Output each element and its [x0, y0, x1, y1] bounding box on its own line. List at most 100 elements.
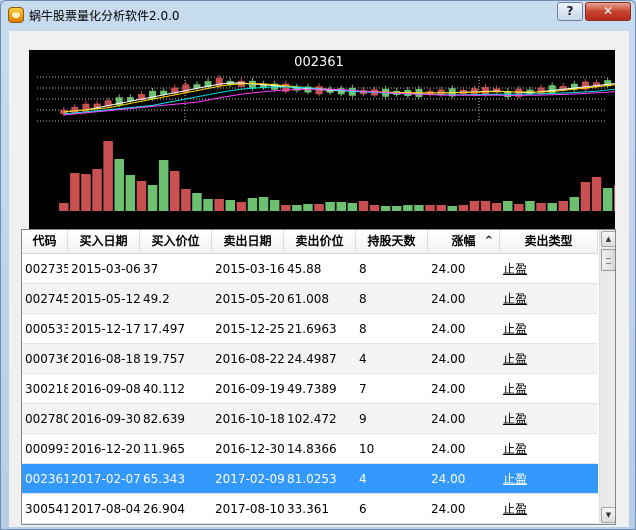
candle-body — [315, 86, 323, 95]
volume-bar — [103, 141, 113, 211]
table-cell: 24.00 — [431, 442, 466, 456]
sell-type-link[interactable]: 止盈 — [500, 434, 598, 463]
volume-bar — [281, 205, 291, 211]
table-row[interactable]: 002361 2017-02-07 65.343 2017-02-09 81.0253 4… — [22, 464, 598, 494]
volume-bar — [458, 205, 469, 211]
volume-bar — [269, 200, 280, 211]
table-cell: 2015-03-16 — [215, 262, 284, 276]
table-cell: 49.2 — [143, 292, 170, 306]
table-cell: 17.497 — [143, 322, 185, 336]
volume-bar — [491, 203, 502, 211]
table-row[interactable]: 300541 2017-08-04 26.904 2017-08-10 33.361 6 2… — [22, 494, 598, 524]
scroll-up-icon[interactable]: ▲ — [601, 231, 615, 247]
volume-bar — [558, 201, 568, 211]
column-header[interactable]: 涨幅 ^ — [428, 230, 500, 254]
table-cell: 2015-12-17 — [71, 322, 140, 336]
volume-bar — [436, 205, 446, 211]
column-header[interactable]: 卖出价位 — [284, 230, 356, 254]
volume-bar — [59, 203, 69, 211]
table-cell: 2017-08-10 — [215, 502, 284, 516]
volume-bar — [292, 205, 302, 211]
volume-bar — [414, 205, 424, 211]
volume-bar — [247, 198, 258, 211]
table-cell: 26.904 — [143, 502, 185, 516]
volume-bar — [136, 181, 147, 211]
volume-bar — [536, 203, 546, 211]
table-row[interactable]: 300218 2016-09-08 40.112 2016-09-19 49.7389 7… — [22, 374, 598, 404]
table-cell: 2016-12-20 — [71, 442, 140, 456]
table-cell: 2017-08-04 — [71, 502, 140, 516]
sell-type-link[interactable]: 止盈 — [500, 314, 598, 343]
volume-bar — [258, 197, 269, 211]
table-cell: 24.4987 — [287, 352, 337, 366]
volume-bar — [192, 193, 202, 211]
table-row[interactable]: 002780 2016-09-30 82.639 2016-10-18 102.472 9… — [22, 404, 598, 434]
table-cell: 65.343 — [143, 472, 185, 486]
volume-bar — [181, 189, 191, 211]
volume-bar — [480, 201, 491, 211]
table-row[interactable]: 000736 2016-08-18 19.757 2016-08-22 24.4987 4… — [22, 344, 598, 374]
column-header[interactable]: 卖出类型 — [500, 230, 598, 254]
table-cell: 24.00 — [431, 262, 466, 276]
vertical-scrollbar[interactable]: ▲ ▼ — [599, 230, 615, 524]
table-cell: 2015-05-20 — [215, 292, 284, 306]
sell-type-link[interactable]: 止盈 — [500, 254, 598, 283]
table-cell: 11.965 — [143, 442, 185, 456]
table-row[interactable]: 000993 2016-12-20 11.965 2016-12-30 14.8366 1… — [22, 434, 598, 464]
sell-type-link[interactable]: 止盈 — [500, 284, 598, 313]
volume-bar — [569, 197, 580, 211]
trade-results-table[interactable]: 代码 买入日期 买入价位 卖出日期 卖出价位 持股天数 涨幅 ^ 卖出类型 002735 2015… — [21, 229, 616, 525]
table-cell: 24.00 — [431, 472, 466, 486]
sell-type-link[interactable]: 止盈 — [500, 374, 598, 403]
volume-bar — [336, 202, 346, 211]
table-cell: 002361 — [25, 472, 68, 486]
close-button[interactable]: ✕ — [585, 2, 631, 21]
table-cell: 7 — [359, 382, 367, 396]
table-row[interactable]: 000533 2015-12-17 17.497 2015-12-25 21.6963 8… — [22, 314, 598, 344]
table-row[interactable]: 002735 2015-03-06 37 2015-03-16 45.88 8 24.00 止… — [22, 254, 598, 284]
table-header: 代码 买入日期 买入价位 卖出日期 卖出价位 持股天数 涨幅 ^ 卖出类型 — [22, 230, 598, 254]
volume-bar — [158, 160, 169, 211]
column-header[interactable]: 代码 — [22, 230, 68, 254]
table-cell: 300218 — [25, 382, 68, 396]
column-header[interactable]: 买入价位 — [140, 230, 212, 254]
sell-type-link[interactable]: 止盈 — [500, 404, 598, 433]
volume-bar — [591, 177, 602, 211]
scroll-thumb[interactable] — [601, 249, 615, 271]
column-header[interactable]: 卖出日期 — [212, 230, 284, 254]
sell-type-link[interactable]: 止盈 — [500, 494, 598, 523]
help-button[interactable]: ? — [557, 2, 583, 21]
table-cell: 61.008 — [287, 292, 329, 306]
table-cell: 33.361 — [287, 502, 329, 516]
candle-body — [71, 106, 79, 113]
table-cell: 2016-09-30 — [71, 412, 140, 426]
volume-bar — [225, 200, 235, 211]
table-cell: 81.0253 — [287, 472, 337, 486]
table-cell: 40.112 — [143, 382, 185, 396]
table-body[interactable]: 002735 2015-03-06 37 2015-03-16 45.88 8 24.00 止… — [22, 254, 598, 524]
table-cell: 2015-12-25 — [215, 322, 284, 336]
column-header[interactable]: 买入日期 — [68, 230, 140, 254]
table-cell: 2017-02-07 — [71, 472, 140, 486]
kline-volume-chart: 002361 — [37, 55, 615, 211]
sell-type-link[interactable]: 止盈 — [500, 344, 598, 373]
volume-bar — [70, 173, 80, 211]
column-header[interactable]: 持股天数 — [356, 230, 428, 254]
table-row[interactable]: 002745 2015-05-12 49.2 2015-05-20 61.008 8 24.… — [22, 284, 598, 314]
volume-bar — [303, 204, 313, 211]
table-cell: 2016-08-18 — [71, 352, 140, 366]
sort-ascending-icon: ^ — [484, 235, 493, 246]
table-cell: 24.00 — [431, 382, 466, 396]
table-cell: 24.00 — [431, 322, 466, 336]
volume-bar — [602, 188, 613, 211]
sell-type-link[interactable]: 止盈 — [500, 464, 598, 493]
table-cell: 49.7389 — [287, 382, 337, 396]
volume-bar — [114, 159, 124, 211]
table-cell: 82.639 — [143, 412, 185, 426]
kline-chart-panel: 002361 — [29, 50, 615, 244]
table-cell: 300541 — [25, 502, 68, 516]
table-cell: 2015-05-12 — [71, 292, 140, 306]
volume-bar — [514, 204, 524, 211]
scroll-down-icon[interactable]: ▼ — [601, 507, 615, 523]
title-bar[interactable]: 蜗牛股票量化分析软件2.0.0 ? ✕ — [1, 1, 636, 29]
